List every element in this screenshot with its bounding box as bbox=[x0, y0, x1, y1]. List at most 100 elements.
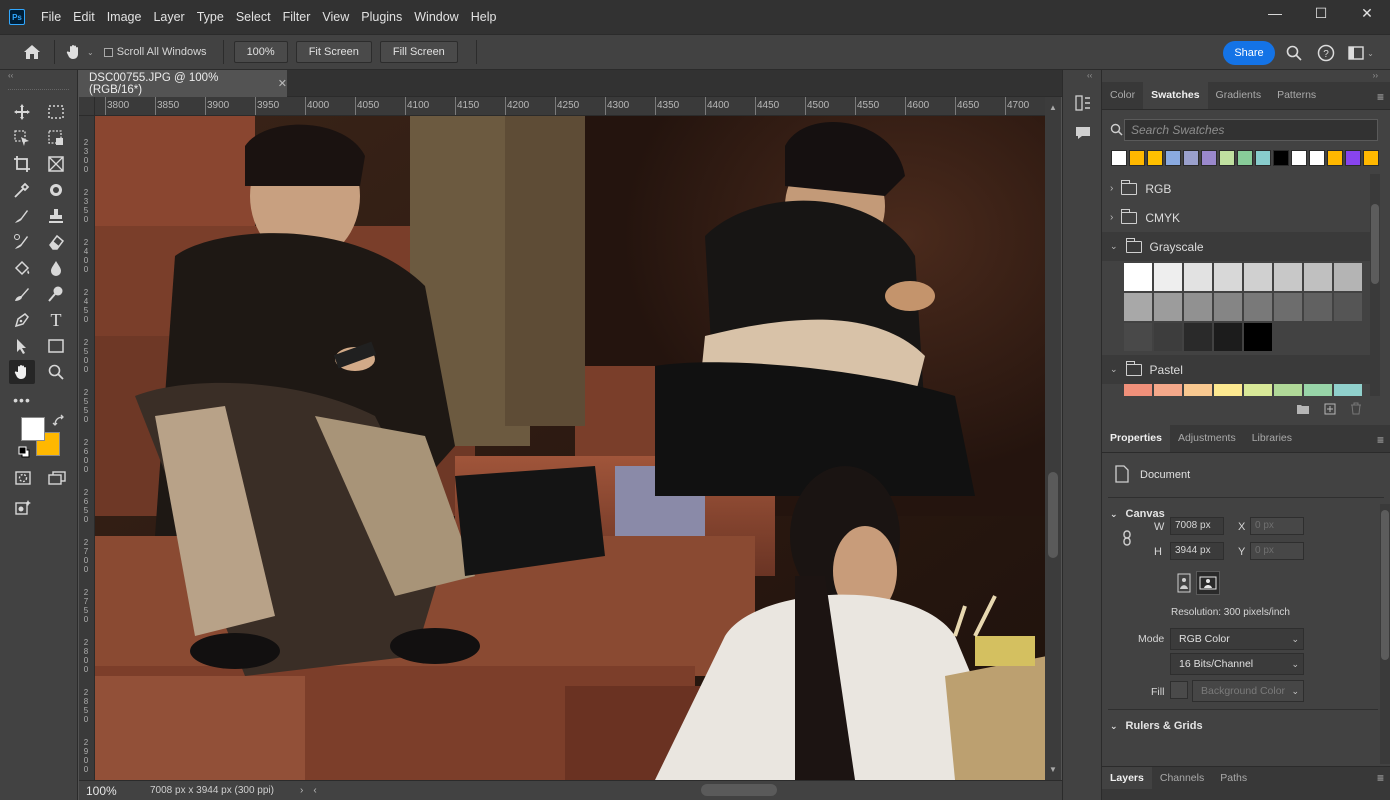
rectangular-marquee-icon[interactable] bbox=[43, 100, 69, 124]
hand-tool-icon[interactable] bbox=[9, 360, 35, 384]
tab-properties[interactable]: Properties bbox=[1102, 424, 1170, 452]
recent-swatch[interactable] bbox=[1201, 150, 1217, 166]
frame-tool-icon[interactable] bbox=[43, 152, 69, 176]
recent-swatch[interactable] bbox=[1183, 150, 1199, 166]
menu-image[interactable]: Image bbox=[101, 0, 148, 34]
tab-paths[interactable]: Paths bbox=[1212, 767, 1255, 789]
vertical-scrollbar[interactable]: ▲ ▼ bbox=[1045, 97, 1061, 780]
panel-menu-icon[interactable]: ≡ bbox=[1377, 90, 1384, 104]
menu-window[interactable]: Window bbox=[408, 0, 464, 34]
grayscale-swatch[interactable] bbox=[1244, 323, 1272, 351]
move-tool-icon[interactable] bbox=[9, 100, 35, 124]
search-swatches-input[interactable]: Search Swatches bbox=[1124, 119, 1378, 141]
grayscale-swatch[interactable] bbox=[1184, 323, 1212, 351]
spot-healing-brush-icon[interactable] bbox=[9, 204, 35, 228]
pastel-swatch[interactable] bbox=[1334, 384, 1362, 396]
grayscale-swatch[interactable] bbox=[1184, 293, 1212, 321]
grayscale-swatch[interactable] bbox=[1124, 263, 1152, 291]
pastel-swatch[interactable] bbox=[1124, 384, 1152, 396]
recent-swatch[interactable] bbox=[1219, 150, 1235, 166]
swatches-scroll-thumb[interactable] bbox=[1371, 204, 1379, 284]
tab-libraries[interactable]: Libraries bbox=[1244, 424, 1300, 452]
quick-mask-icon[interactable] bbox=[10, 466, 36, 490]
grayscale-swatch[interactable] bbox=[1304, 293, 1332, 321]
brush-icon[interactable] bbox=[9, 282, 35, 306]
bit-depth-select[interactable]: 16 Bits/Channel ⌄ bbox=[1170, 653, 1304, 675]
tab-color[interactable]: Color bbox=[1102, 81, 1143, 109]
clone-stamp-icon[interactable] bbox=[43, 204, 69, 228]
grayscale-swatch[interactable] bbox=[1184, 263, 1212, 291]
expand-panels-icon[interactable]: ‹‹ bbox=[1063, 70, 1101, 82]
swatch-group-rgb[interactable]: › RGB bbox=[1102, 174, 1370, 203]
comments-panel-icon[interactable] bbox=[1074, 124, 1092, 142]
zoom-100-button[interactable]: 100% bbox=[233, 41, 288, 63]
maximize-button[interactable]: ☐ bbox=[1298, 0, 1344, 26]
tab-channels[interactable]: Channels bbox=[1152, 767, 1212, 789]
recent-swatch[interactable] bbox=[1129, 150, 1145, 166]
vertical-ruler[interactable]: 2300 2350 2400 2450 2500 2550 2600 2650 2700 2750… bbox=[79, 116, 95, 780]
object-selection-icon[interactable] bbox=[9, 126, 35, 150]
fit-screen-button[interactable]: Fit Screen bbox=[295, 41, 372, 63]
tab-layers[interactable]: Layers bbox=[1102, 767, 1152, 789]
dodge-icon[interactable] bbox=[43, 282, 69, 306]
pastel-swatch[interactable] bbox=[1154, 384, 1182, 396]
eraser-icon[interactable] bbox=[43, 230, 69, 254]
path-selection-icon[interactable] bbox=[9, 334, 35, 358]
landscape-orientation-icon[interactable] bbox=[1196, 571, 1220, 595]
more-tools-icon[interactable]: ••• bbox=[9, 388, 35, 412]
panel-menu-icon[interactable]: ≡ bbox=[1377, 433, 1384, 447]
search-icon[interactable] bbox=[1284, 43, 1304, 63]
eyedropper-icon[interactable] bbox=[9, 178, 35, 202]
grayscale-swatch[interactable] bbox=[1214, 263, 1242, 291]
swatch-group-pastel[interactable]: ⌄ Pastel bbox=[1102, 355, 1370, 384]
recent-swatch[interactable] bbox=[1309, 150, 1325, 166]
pastel-swatch[interactable] bbox=[1274, 384, 1302, 396]
zoom-level-field[interactable]: 100% bbox=[86, 784, 138, 798]
scroll-down-icon[interactable]: ▼ bbox=[1049, 765, 1057, 774]
fill-screen-button[interactable]: Fill Screen bbox=[379, 41, 458, 63]
history-panel-icon[interactable] bbox=[1074, 94, 1092, 112]
panel-menu-icon[interactable]: ≡ bbox=[1377, 771, 1384, 785]
close-tab-icon[interactable]: ✕ bbox=[278, 77, 287, 90]
checkbox-box[interactable] bbox=[103, 47, 113, 57]
collapse-toolbar-icon[interactable]: ‹‹ bbox=[0, 70, 77, 82]
link-dimensions-icon[interactable] bbox=[1121, 530, 1133, 546]
document-tab[interactable]: DSC00755.JPG @ 100% (RGB/16*) ✕ bbox=[79, 70, 287, 97]
recent-swatch[interactable] bbox=[1273, 150, 1289, 166]
swatch-group-grayscale[interactable]: ⌄ Grayscale bbox=[1102, 232, 1370, 261]
horizontal-ruler[interactable]: 3800 3850 3900 3950 4000 4050 4100 4150 4200 4250… bbox=[95, 97, 1047, 116]
swatches-scrollbar[interactable] bbox=[1370, 174, 1380, 396]
foreground-color-swatch[interactable] bbox=[21, 417, 45, 441]
grayscale-swatch[interactable] bbox=[1334, 263, 1362, 291]
status-menu-chevron-icon[interactable]: › bbox=[300, 785, 303, 796]
tab-patterns[interactable]: Patterns bbox=[1269, 81, 1324, 109]
tab-swatches[interactable]: Swatches bbox=[1143, 81, 1208, 109]
menu-view[interactable]: View bbox=[316, 0, 355, 34]
grayscale-swatch[interactable] bbox=[1214, 293, 1242, 321]
paint-bucket-icon[interactable] bbox=[9, 256, 35, 280]
document-info[interactable]: 7008 px x 3944 px (300 ppi) bbox=[150, 785, 300, 796]
workspace-icon[interactable]: ⌄ bbox=[1346, 43, 1376, 63]
pastel-swatch[interactable] bbox=[1304, 384, 1332, 396]
tab-gradients[interactable]: Gradients bbox=[1208, 81, 1270, 109]
grayscale-swatch[interactable] bbox=[1124, 323, 1152, 351]
recent-swatch[interactable] bbox=[1237, 150, 1253, 166]
recent-swatch[interactable] bbox=[1327, 150, 1343, 166]
pastel-swatch[interactable] bbox=[1214, 384, 1242, 396]
default-colors-icon[interactable] bbox=[18, 446, 30, 458]
menu-layer[interactable]: Layer bbox=[147, 0, 190, 34]
zoom-tool-icon[interactable] bbox=[43, 360, 69, 384]
pastel-swatch[interactable] bbox=[1184, 384, 1212, 396]
scroll-up-icon[interactable]: ▲ bbox=[1049, 103, 1057, 112]
properties-scrollbar[interactable] bbox=[1380, 504, 1390, 764]
menu-plugins[interactable]: Plugins bbox=[355, 0, 408, 34]
recent-swatch[interactable] bbox=[1111, 150, 1127, 166]
menu-select[interactable]: Select bbox=[230, 0, 277, 34]
grayscale-swatch[interactable] bbox=[1334, 293, 1362, 321]
menu-file[interactable]: File bbox=[35, 0, 67, 34]
generative-edit-icon[interactable] bbox=[10, 496, 36, 520]
help-icon[interactable]: ? bbox=[1316, 43, 1336, 63]
grayscale-swatch[interactable] bbox=[1214, 323, 1242, 351]
width-input[interactable]: 7008 px bbox=[1170, 517, 1224, 535]
pen-icon[interactable] bbox=[9, 308, 35, 332]
